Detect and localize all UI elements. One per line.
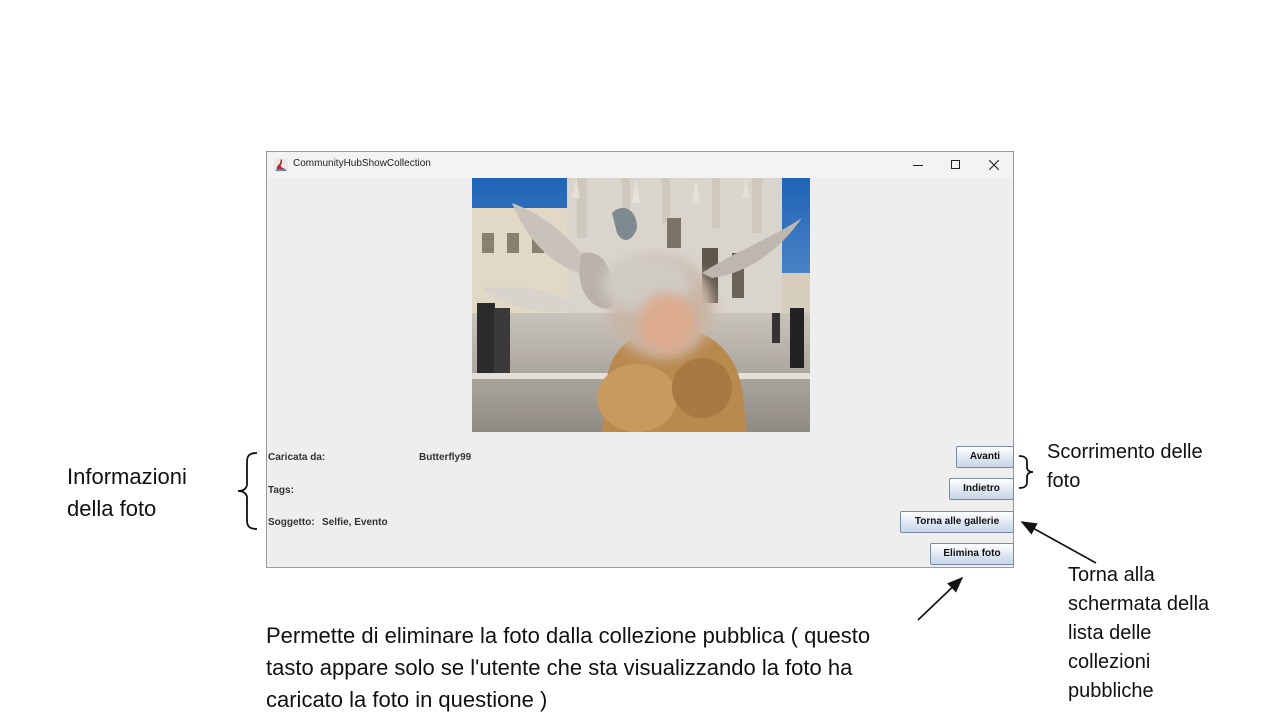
scroll-annotation-line: Scorrimento delle xyxy=(1047,441,1203,463)
uploaded-by-value: Butterfly99 xyxy=(419,452,472,463)
left-brace-icon xyxy=(237,452,258,530)
right-brace-icon xyxy=(1018,455,1034,489)
next-button[interactable]: Avanti xyxy=(956,446,1014,468)
tags-label: Tags: xyxy=(268,485,294,496)
app-window: CommunityHubShowCollection Caricata da: … xyxy=(266,151,1014,568)
delete-annotation-line: Permette di eliminare la foto dalla coll… xyxy=(266,623,871,648)
delete-annotation-line: tasto appare solo se l'utente che sta vi… xyxy=(266,655,853,680)
window-title: CommunityHubShowCollection xyxy=(293,158,431,169)
scroll-annotation: Scorrimento delle foto xyxy=(1047,438,1203,496)
arrow-to-galleries-icon xyxy=(1020,521,1097,564)
delete-photo-button[interactable]: Elimina foto xyxy=(930,543,1014,565)
minimize-icon xyxy=(913,165,923,166)
galleries-annotation-line: pubbliche xyxy=(1068,680,1154,702)
minimize-button[interactable] xyxy=(899,152,937,178)
maximize-icon xyxy=(951,160,960,169)
back-to-galleries-button[interactable]: Torna alle gallerie xyxy=(900,511,1014,533)
galleries-annotation-line: collezioni xyxy=(1068,651,1151,673)
uploaded-by-label: Caricata da: xyxy=(268,452,326,463)
arrow-to-delete-icon xyxy=(917,576,964,621)
scroll-annotation-line: foto xyxy=(1047,470,1081,492)
close-icon xyxy=(989,160,999,170)
close-button[interactable] xyxy=(975,152,1013,178)
galleries-annotation: Torna alla schermata della lista delle c… xyxy=(1068,561,1209,706)
info-annotation: Informazioni della foto xyxy=(67,461,187,525)
galleries-annotation-line: lista delle xyxy=(1068,622,1152,644)
selfie-photo-image xyxy=(472,178,810,432)
maximize-button[interactable] xyxy=(937,152,975,178)
title-bar: CommunityHubShowCollection xyxy=(267,152,1013,178)
subject-label: Soggetto: xyxy=(268,517,315,528)
subject-value: Selfie, Evento xyxy=(322,517,388,528)
delete-annotation: Permette di eliminare la foto dalla coll… xyxy=(266,620,1026,716)
galleries-annotation-line: schermata della xyxy=(1068,593,1210,615)
galleries-annotation-line: Torna alla xyxy=(1068,564,1155,586)
photo-display xyxy=(472,178,810,432)
info-annotation-line: della foto xyxy=(67,496,157,521)
previous-button[interactable]: Indietro xyxy=(949,478,1014,500)
delete-annotation-line: caricato la foto in questione ) xyxy=(266,687,548,712)
info-annotation-line: Informazioni xyxy=(67,464,187,489)
java-app-icon xyxy=(274,158,288,172)
